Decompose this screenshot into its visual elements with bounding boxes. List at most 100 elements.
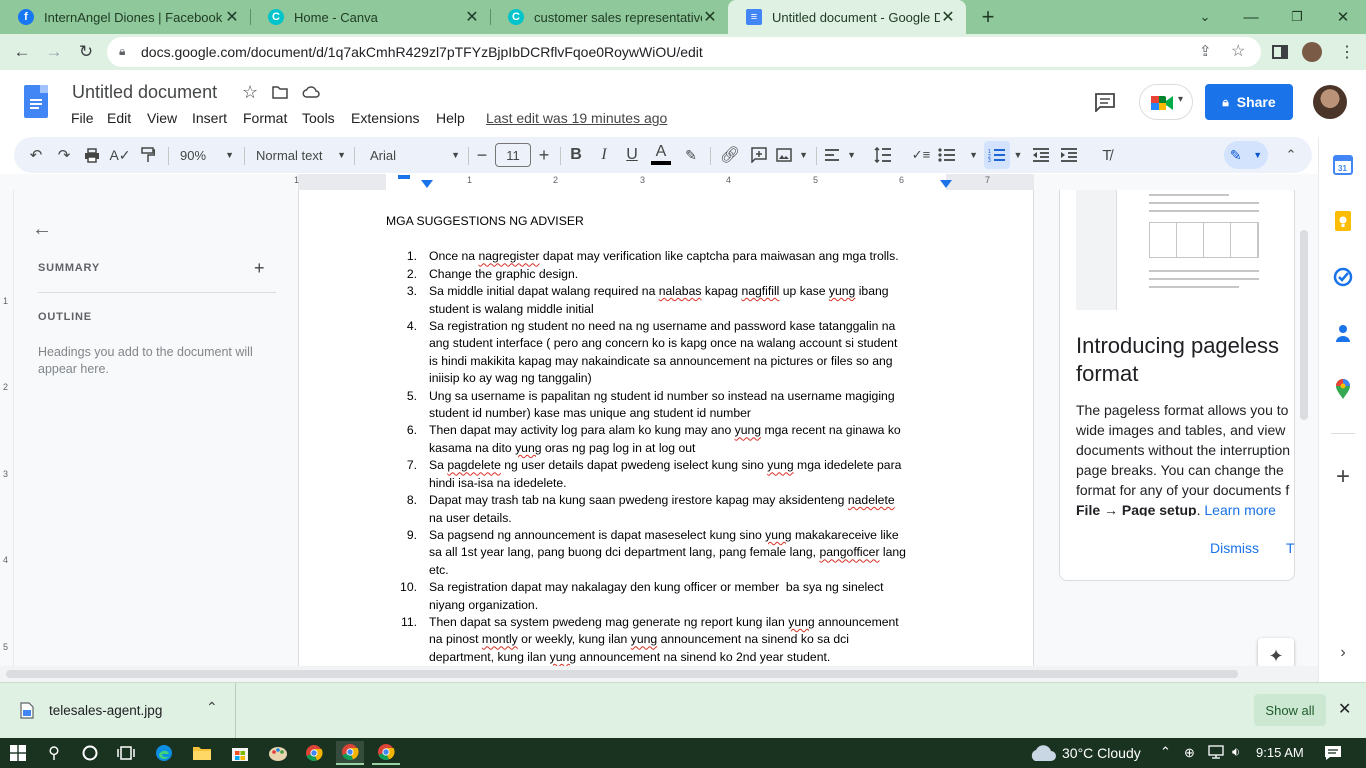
first-line-indent-marker[interactable] [398, 175, 410, 179]
show-all-button[interactable]: Show all [1254, 694, 1326, 726]
scrollbar-thumb[interactable] [1300, 230, 1308, 420]
download-item[interactable]: telesales-agent.jpg ⌃ [0, 683, 236, 739]
paint-format-icon[interactable] [136, 137, 160, 173]
bulleted-list-icon[interactable]: ▼ [938, 137, 978, 173]
side-panel-icon[interactable] [1269, 41, 1291, 63]
underline-button[interactable]: U [622, 137, 642, 173]
move-folder-icon[interactable] [272, 85, 288, 102]
clear-formatting-icon[interactable]: T̸ [1096, 137, 1118, 173]
forward-arrow-icon[interactable]: → [43, 41, 65, 63]
document-title[interactable]: Untitled document [72, 82, 217, 103]
increase-indent-icon[interactable] [1058, 137, 1080, 173]
checklist-icon[interactable]: ✓≡ [910, 137, 932, 173]
last-edit-link[interactable]: Last edit was 19 minutes ago [486, 110, 667, 126]
minimize-button[interactable]: — [1228, 0, 1274, 34]
vertical-scrollbar[interactable] [1298, 190, 1310, 666]
chrome-icon[interactable] [300, 741, 328, 765]
notifications-icon[interactable] [1324, 745, 1342, 764]
increase-font-size-button[interactable]: + [536, 137, 552, 173]
close-icon[interactable]: ✕ [940, 7, 956, 27]
redo-icon[interactable]: ↷ [52, 137, 76, 173]
numbered-list-icon[interactable]: 123 [984, 141, 1010, 169]
star-icon[interactable]: ☆ [242, 82, 258, 103]
numbered-list-dropdown-icon[interactable]: ▼ [1012, 137, 1024, 173]
back-arrow-icon[interactable]: ← [11, 41, 33, 63]
more-menu-icon[interactable]: ⋮ [1336, 41, 1358, 63]
close-icon[interactable]: ✕ [464, 7, 480, 27]
menu-extensions[interactable]: Extensions [351, 110, 419, 126]
dismiss-button[interactable]: Dismiss [1210, 540, 1259, 556]
file-explorer-icon[interactable] [188, 741, 216, 765]
volume-icon[interactable]: 🔉︎ [1232, 744, 1240, 760]
windows-start-icon[interactable] [4, 741, 32, 765]
scrollbar-thumb[interactable] [6, 670, 1238, 678]
cortana-icon[interactable] [76, 741, 104, 765]
google-docs-logo-icon[interactable] [24, 85, 48, 118]
network-icon[interactable] [1208, 745, 1224, 762]
google-calendar-icon[interactable]: 31 [1331, 153, 1355, 177]
tab-facebook[interactable]: f InternAngel Diones | Facebook ✕ [0, 0, 250, 34]
highlight-pen-icon[interactable]: ✎ [680, 137, 702, 173]
google-keep-icon[interactable] [1331, 209, 1355, 233]
google-contacts-icon[interactable] [1331, 321, 1355, 345]
menu-view[interactable]: View [147, 110, 177, 126]
tab-search-chevron-icon[interactable]: ⌄ [1182, 0, 1228, 34]
explore-sparkle-icon[interactable]: ✦ [1258, 638, 1294, 666]
editing-mode-button[interactable]: ✎ ▼ [1224, 141, 1268, 169]
restore-button[interactable]: ❐ [1274, 0, 1320, 34]
meet-button[interactable]: ▾ [1139, 84, 1193, 120]
window-close-button[interactable]: ✕ [1320, 0, 1366, 34]
expand-panel-chevron-icon[interactable]: › [1331, 641, 1355, 665]
decrease-font-size-button[interactable]: − [474, 137, 490, 173]
italic-button[interactable]: I [594, 137, 614, 173]
learn-more-link[interactable]: Learn more [1204, 502, 1276, 516]
search-icon[interactable]: ⚲ [40, 741, 68, 765]
decrease-indent-icon[interactable] [1030, 137, 1052, 173]
align-left-icon[interactable]: ▼ [824, 137, 856, 173]
print-icon[interactable] [80, 137, 104, 173]
menu-help[interactable]: Help [436, 110, 465, 126]
undo-icon[interactable]: ↶ [24, 137, 48, 173]
menu-insert[interactable]: Insert [192, 110, 227, 126]
insert-link-icon[interactable]: 🔗︎ [718, 137, 742, 173]
google-maps-icon[interactable] [1331, 377, 1355, 401]
menu-file[interactable]: File [71, 110, 94, 126]
time-text[interactable]: 9:15 AM [1256, 745, 1304, 760]
cloud-status-icon[interactable] [302, 85, 320, 102]
zoom-select[interactable]: 90% ▼ [174, 137, 234, 173]
chevron-up-icon[interactable]: ⌃ [206, 699, 218, 716]
microsoft-store-icon[interactable] [226, 741, 254, 765]
spellcheck-icon[interactable]: A✓ [108, 137, 132, 173]
close-download-bar-icon[interactable]: ✕ [1338, 699, 1351, 719]
new-tab-button[interactable]: + [965, 0, 1011, 34]
task-view-icon[interactable] [112, 741, 140, 765]
back-arrow-icon[interactable]: ← [32, 218, 52, 241]
tab-google-docs[interactable]: ≡ Untitled document - Google Doc ✕ [728, 0, 966, 34]
add-comment-icon[interactable] [748, 137, 770, 173]
get-add-ons-icon[interactable]: + [1331, 463, 1355, 490]
tray-chevron-up-icon[interactable]: ⌃ [1160, 744, 1171, 760]
add-summary-icon[interactable]: + [254, 258, 265, 279]
menu-format[interactable]: Format [243, 110, 287, 126]
horizontal-scrollbar[interactable] [0, 666, 1318, 682]
chrome-profile-active-icon[interactable] [336, 741, 364, 765]
try-it-button[interactable]: T [1286, 540, 1296, 556]
text-color-button[interactable]: A [650, 137, 672, 173]
bold-button[interactable]: B [566, 137, 586, 173]
paint-app-icon[interactable] [264, 741, 292, 765]
paragraph-style-select[interactable]: Normal text ▼ [250, 137, 346, 173]
menu-tools[interactable]: Tools [302, 110, 335, 126]
insert-image-icon[interactable]: ▼ [776, 137, 808, 173]
comments-icon[interactable] [1094, 92, 1116, 115]
font-family-select[interactable]: Arial ▼ [364, 137, 460, 173]
edge-browser-icon[interactable] [150, 741, 178, 765]
document-page[interactable]: MGA SUGGESTIONS NG ADVISER 1. Once na nag… [298, 190, 1034, 666]
bookmark-star-icon[interactable]: ☆ [1231, 41, 1245, 61]
tab-canva-design[interactable]: C customer sales representative - F ✕ [490, 0, 728, 34]
share-page-icon[interactable]: ⇪ [1199, 42, 1212, 60]
close-icon[interactable]: ✕ [702, 7, 718, 27]
address-bar[interactable]: 🔒︎ docs.google.com/document/d/1q7akCmhR4… [107, 37, 1261, 67]
font-size-input[interactable]: 11 [495, 143, 531, 167]
google-tasks-icon[interactable] [1331, 265, 1355, 289]
meet-now-icon[interactable]: ⊕ [1184, 745, 1195, 761]
